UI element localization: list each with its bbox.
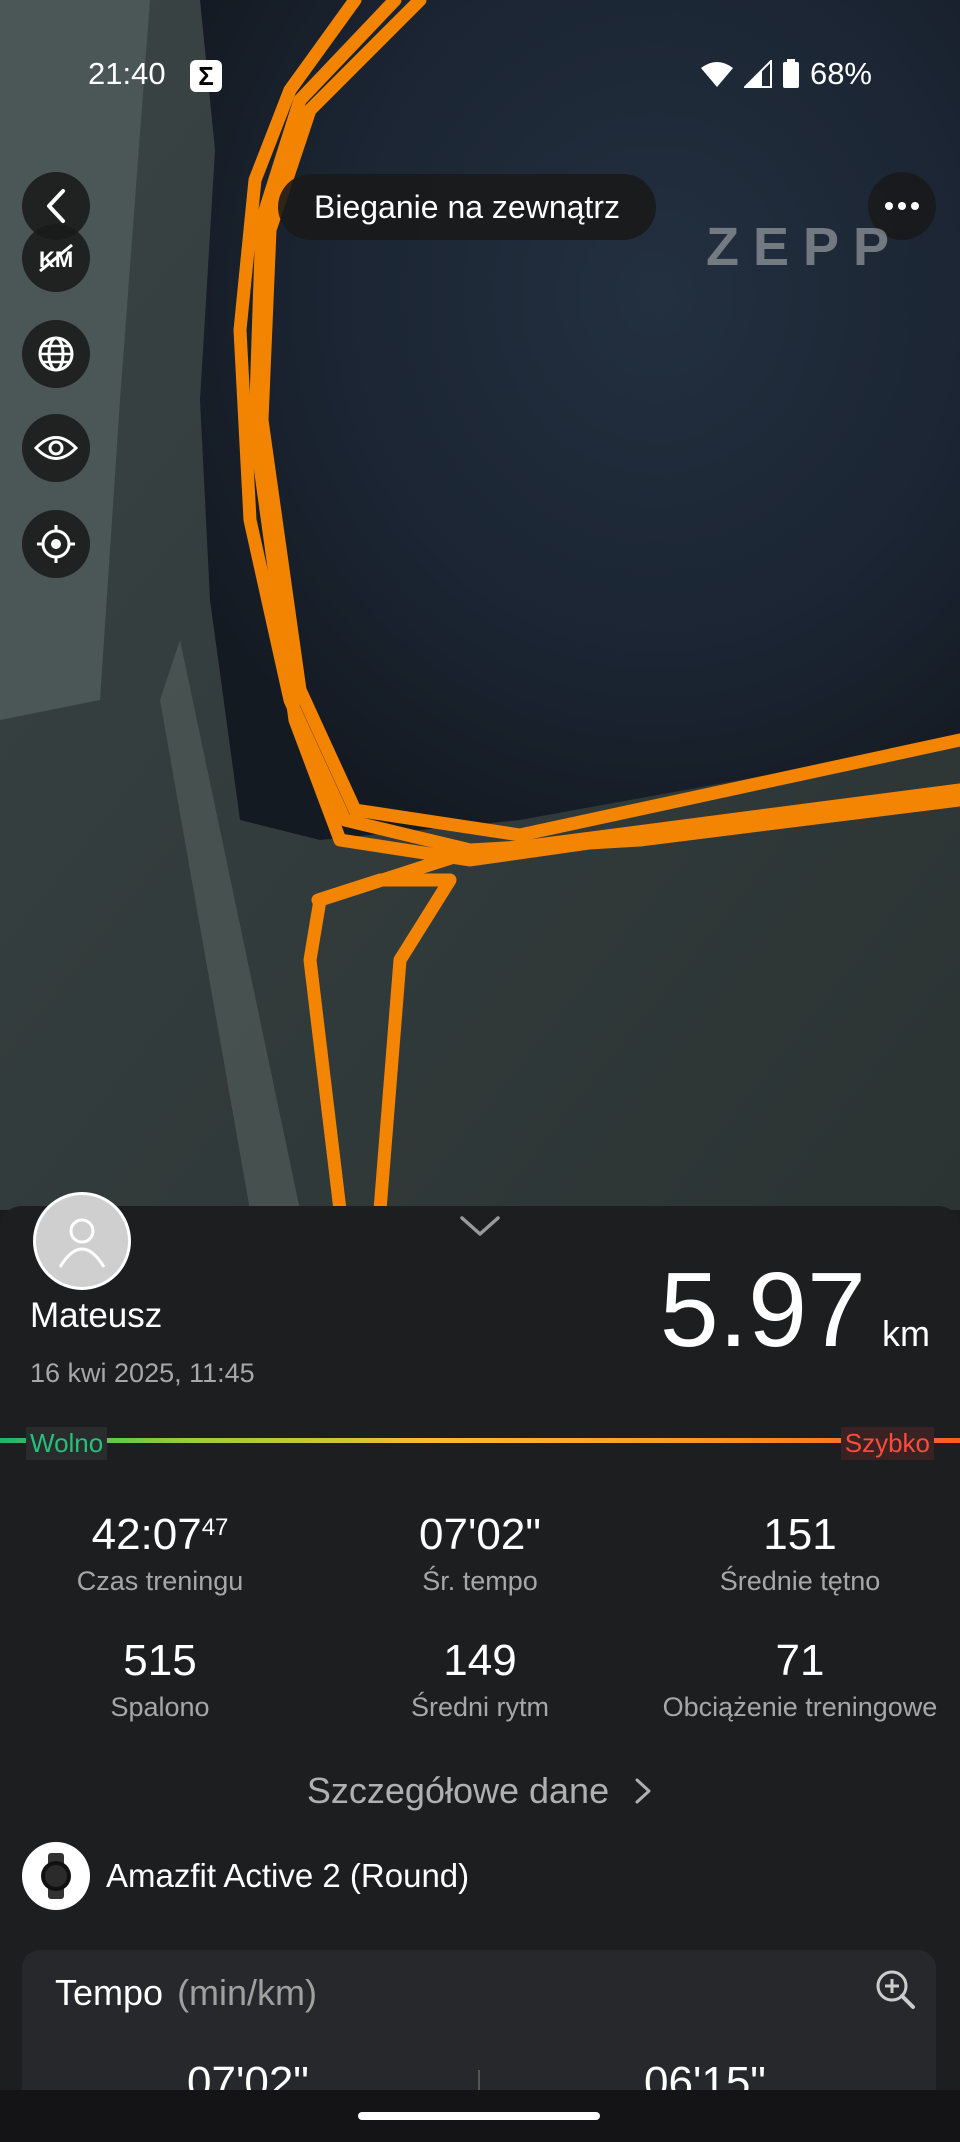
battery-icon — [782, 59, 799, 88]
stat-calories: 515 Spalono — [0, 1636, 320, 1723]
km-toggle-icon: KM — [39, 243, 73, 273]
chevron-down-icon — [460, 1216, 500, 1236]
pace-fast-label: Szybko — [840, 1427, 934, 1460]
distance-value: 5.97 — [659, 1251, 866, 1369]
user-placeholder-icon — [58, 1218, 106, 1268]
globe-icon — [38, 336, 74, 372]
detailed-data-link[interactable]: Szczegółowe dane — [0, 1770, 960, 1812]
zoom-in-icon — [876, 1970, 915, 2009]
wifi-icon — [700, 62, 733, 87]
stat-label: Średni rytm — [410, 1692, 550, 1722]
pace-card-divider — [478, 2070, 480, 2090]
more-dots-icon — [885, 202, 919, 210]
activity-title: Bieganie na zewnątrz — [278, 174, 656, 240]
status-bar: 21:40 Σ 68% — [0, 0, 960, 150]
km-markers-button[interactable]: KM — [22, 224, 90, 292]
zoom-in-button[interactable] — [874, 1968, 916, 2015]
stat-value: 71 — [775, 1636, 825, 1685]
visibility-button[interactable] — [22, 414, 90, 482]
status-right: 68% — [700, 56, 872, 92]
detailed-data-label: Szczegółowe dane — [306, 1770, 610, 1811]
watch-icon — [22, 1842, 90, 1910]
stat-training-load: 71 Obciążenie treningowe — [640, 1636, 960, 1723]
stat-value: 151 — [763, 1510, 837, 1559]
avatar[interactable] — [33, 1192, 131, 1290]
stat-value: 07'02" — [419, 1510, 541, 1559]
workout-datetime: 16 kwi 2025, 11:45 — [30, 1358, 255, 1388]
pace-slow-label: Wolno — [26, 1427, 108, 1460]
stat-label: Czas treningu — [76, 1566, 244, 1596]
zepp-watermark: ZEPP — [706, 217, 904, 277]
distance-total: 5.97 km — [660, 1250, 930, 1371]
signal-icon — [743, 60, 772, 88]
stat-value: 149 — [443, 1636, 517, 1685]
stat-label: Śr. tempo — [422, 1566, 538, 1596]
pace-gradient-bar — [0, 1438, 960, 1443]
pace-card-avg: 07'02" — [187, 2058, 309, 2090]
sigma-app-icon: Σ — [190, 60, 222, 92]
locate-icon — [37, 525, 75, 563]
stat-value: 42:0747 — [91, 1510, 229, 1559]
eye-icon — [34, 436, 78, 460]
pace-chart-card: Tempo (min/km) 07'02" 06'15" — [22, 1950, 936, 2090]
chevron-right-icon — [635, 1778, 651, 1804]
collapse-sheet-button[interactable] — [458, 1214, 502, 1243]
pace-card-title: Tempo (min/km) — [55, 1972, 318, 2013]
distance-unit: km — [882, 1313, 930, 1354]
pace-card-unit: (min/km) — [177, 1972, 318, 2013]
stat-avg-heart-rate: 151 Średnie tętno — [640, 1510, 960, 1597]
status-time: 21:40 — [88, 56, 166, 91]
stat-avg-cadence: 149 Średni rytm — [320, 1636, 640, 1723]
watch-glyph — [41, 1853, 71, 1899]
map-layer-button[interactable] — [22, 320, 90, 388]
device-row[interactable]: Amazfit Active 2 (Round) — [22, 1842, 469, 1910]
home-indicator[interactable] — [358, 2112, 600, 2120]
stat-value: 515 — [123, 1636, 197, 1685]
battery-percent: 68% — [809, 56, 872, 91]
stat-label: Obciążenie treningowe — [662, 1692, 938, 1722]
device-name: Amazfit Active 2 (Round) — [106, 1857, 470, 1894]
stat-label: Spalono — [110, 1692, 210, 1722]
stat-training-time: 42:0747 Czas treningu — [0, 1510, 320, 1597]
user-name: Mateusz — [30, 1296, 163, 1335]
back-arrow-icon — [47, 189, 65, 223]
locate-button[interactable] — [22, 510, 90, 578]
stat-label: Średnie tętno — [719, 1566, 881, 1596]
pace-card-best: 06'15" — [644, 2058, 766, 2090]
stat-avg-pace: 07'02" Śr. tempo — [320, 1510, 640, 1597]
